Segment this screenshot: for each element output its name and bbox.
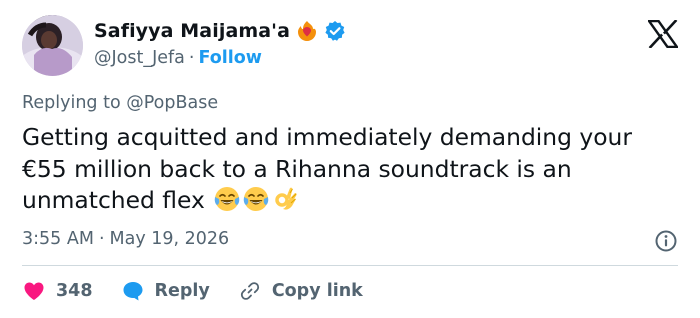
divider xyxy=(22,265,678,266)
tears-of-joy-icon xyxy=(242,185,270,213)
display-name[interactable]: Safiyya Maijama'a xyxy=(94,20,290,42)
tweet-text-content: Getting acquitted and immediately demand… xyxy=(22,123,632,214)
follow-button[interactable]: Follow xyxy=(199,48,262,68)
avatar[interactable] xyxy=(22,15,83,76)
x-logo-icon[interactable] xyxy=(646,19,680,49)
tweet-timestamp[interactable]: 3:55 AM · May 19, 2026 xyxy=(22,229,229,249)
reply-mention-link[interactable]: @PopBase xyxy=(126,93,218,113)
replying-to: Replying to @PopBase xyxy=(22,93,218,113)
ok-hand-icon xyxy=(271,185,299,213)
link-icon xyxy=(238,279,262,303)
copy-link-label: Copy link xyxy=(271,281,363,301)
tears-of-joy-icon xyxy=(213,185,241,213)
avatar-image xyxy=(22,15,83,76)
reply-label: Reply xyxy=(154,281,210,301)
action-bar: 348 Reply Copy link xyxy=(22,277,391,305)
tweet-card: Safiyya Maijama'a @Jost_Jefa · Follow Repl… xyxy=(0,0,700,318)
replying-prefix: Replying to xyxy=(22,93,121,113)
heart-on-fire-icon xyxy=(296,20,318,42)
reply-button[interactable]: Reply xyxy=(121,279,210,303)
handle[interactable]: @Jost_Jefa xyxy=(94,48,185,68)
likes-count: 348 xyxy=(56,281,93,301)
info-icon[interactable] xyxy=(654,229,678,253)
name-row: Safiyya Maijama'a xyxy=(94,18,346,44)
handle-row: @Jost_Jefa · Follow xyxy=(94,48,262,68)
reply-bubble-icon xyxy=(121,279,145,303)
separator-dot: · xyxy=(188,48,195,68)
verified-badge-icon[interactable] xyxy=(324,20,346,42)
tweet-time: 3:55 AM xyxy=(22,229,94,249)
tweet-text: Getting acquitted and immediately demand… xyxy=(22,122,672,217)
copy-link-button[interactable]: Copy link xyxy=(238,279,363,303)
tweet-date: May 19, 2026 xyxy=(109,229,230,249)
heart-icon xyxy=(22,279,46,303)
separator-dot: · xyxy=(98,229,105,249)
like-button[interactable]: 348 xyxy=(22,279,93,303)
